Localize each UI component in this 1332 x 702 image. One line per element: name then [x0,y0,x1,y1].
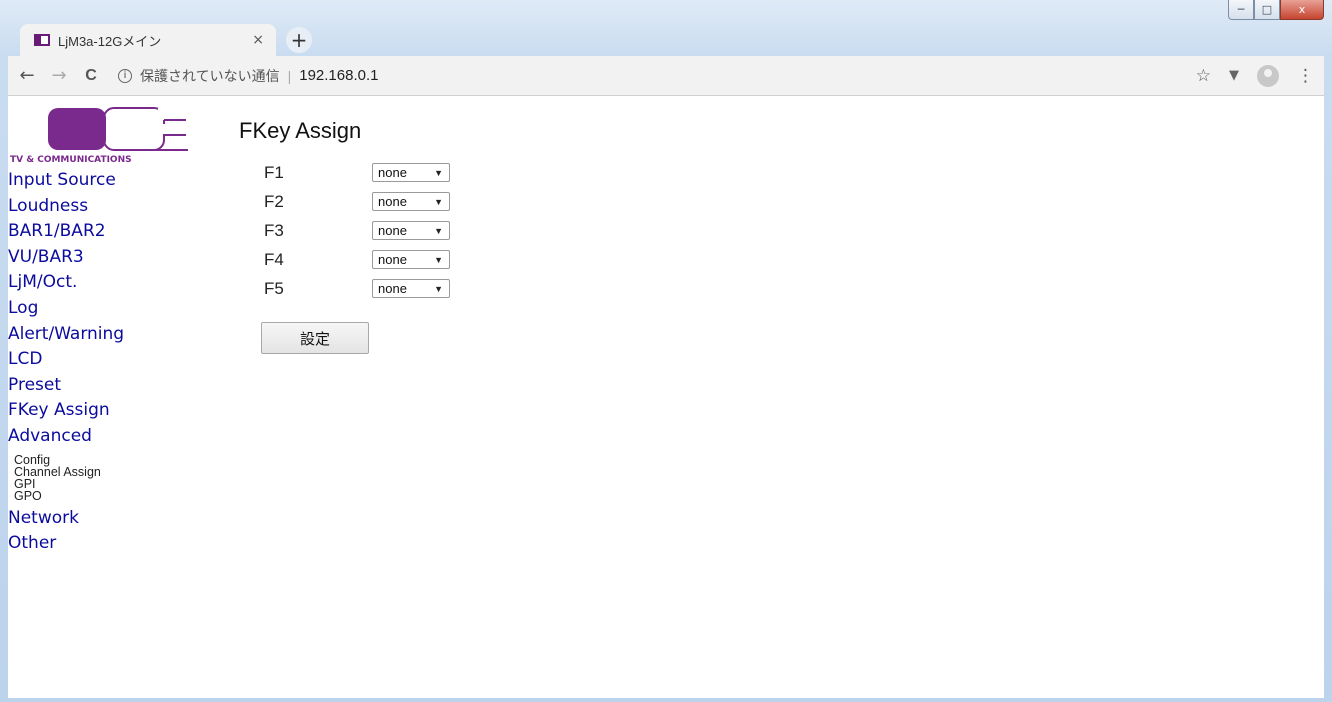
fkey-label: F1 [264,162,284,182]
extension-icon[interactable]: ▼ [1229,68,1239,83]
nav-sub-gpi[interactable]: GPI [8,477,233,490]
nav-loudness[interactable]: Loudness [8,194,233,220]
fkey-row: F3 none ▼ [264,216,450,245]
dropdown-caret-icon: ▼ [434,254,443,265]
select-value: none [378,194,407,209]
fkey-select[interactable]: none ▼ [372,250,450,269]
nav-alert-warning[interactable]: Alert/Warning [8,322,233,348]
fkey-label: F5 [264,278,284,298]
nav-advanced[interactable]: Advanced [8,424,233,450]
fkey-row: F5 none ▼ [264,274,450,303]
nav-input-source[interactable]: Input Source [8,168,233,194]
nav-log[interactable]: Log [8,296,233,322]
company-logo: TV & COMMUNICATIONS [10,107,188,164]
nav-sub-channel-assign[interactable]: Channel Assign [8,465,233,478]
fkey-label: F2 [264,191,284,211]
nav-bar1-bar2[interactable]: BAR1/BAR2 [8,219,233,245]
page-title: FKey Assign [239,118,362,143]
nav-vu-bar3[interactable]: VU/BAR3 [8,245,233,271]
url-separator: | [287,67,292,84]
fkey-row: F1 none ▼ [264,158,450,187]
nav-lcd[interactable]: LCD [8,347,233,373]
advanced-submenu: Config Channel Assign GPI GPO [8,450,233,506]
page-content: TV & COMMUNICATIONS Input Source Loudnes… [8,96,1324,698]
nav-sub-config[interactable]: Config [8,453,233,466]
sidebar-nav: Input Source Loudness BAR1/BAR2 VU/BAR3 … [8,168,233,557]
security-status: 保護されていない通信 [140,67,280,84]
maximize-button[interactable]: □ [1254,0,1280,20]
address-bar[interactable]: i 保護されていない通信 | 192.168.0.1 [118,60,1182,91]
tab-close-icon[interactable]: × [252,32,264,48]
fkey-row: F4 none ▼ [264,245,450,274]
menu-icon[interactable]: ⋮ [1297,66,1314,86]
reload-icon[interactable]: C [78,67,104,85]
browser-tab[interactable]: LjM3a-12Gメイン × [20,24,276,56]
fkey-select[interactable]: none ▼ [372,279,450,298]
nav-preset[interactable]: Preset [8,373,233,399]
select-value: none [378,165,407,180]
select-value: none [378,252,407,267]
browser-window: ─ □ x LjM3a-12Gメイン × + ← → C i 保護されていない通… [0,0,1332,702]
fkey-select[interactable]: none ▼ [372,192,450,211]
nav-fkey-assign[interactable]: FKey Assign [8,398,233,424]
fkey-label: F4 [264,249,284,269]
tab-strip: LjM3a-12Gメイン × + [20,24,312,56]
new-tab-button[interactable]: + [286,27,312,53]
browser-toolbar: ← → C i 保護されていない通信 | 192.168.0.1 ☆ ▼ ⋮ [8,56,1324,96]
tab-title: LjM3a-12Gメイン [58,33,162,49]
logo-tagline: TV & COMMUNICATIONS [10,155,132,164]
minimize-button[interactable]: ─ [1228,0,1254,20]
profile-avatar-icon[interactable] [1257,64,1279,87]
fkey-select[interactable]: none ▼ [372,221,450,240]
bookmark-star-icon[interactable]: ☆ [1196,66,1211,86]
info-icon[interactable]: i [118,68,132,83]
submit-button[interactable]: 設定 [261,322,369,354]
fkey-row: F2 none ▼ [264,187,450,216]
dropdown-caret-icon: ▼ [434,283,443,294]
nav-sub-gpo[interactable]: GPO [8,489,233,502]
fkey-label: F3 [264,220,284,240]
nav-other[interactable]: Other [8,531,233,557]
forward-icon[interactable]: → [46,65,72,86]
fkey-select[interactable]: none ▼ [372,163,450,182]
dropdown-caret-icon: ▼ [434,167,443,178]
nav-ljm-oct[interactable]: LjM/Oct. [8,270,233,296]
nav-network[interactable]: Network [8,506,233,532]
window-controls: ─ □ x [1228,0,1324,20]
dropdown-caret-icon: ▼ [434,225,443,236]
select-value: none [378,281,407,296]
close-window-button[interactable]: x [1280,0,1324,20]
select-value: none [378,223,407,238]
dropdown-caret-icon: ▼ [434,196,443,207]
favicon-icon [34,34,50,46]
toolbar-right: ☆ ▼ ⋮ [1196,64,1314,87]
url-text[interactable]: 192.168.0.1 [299,67,378,84]
back-icon[interactable]: ← [14,65,40,86]
